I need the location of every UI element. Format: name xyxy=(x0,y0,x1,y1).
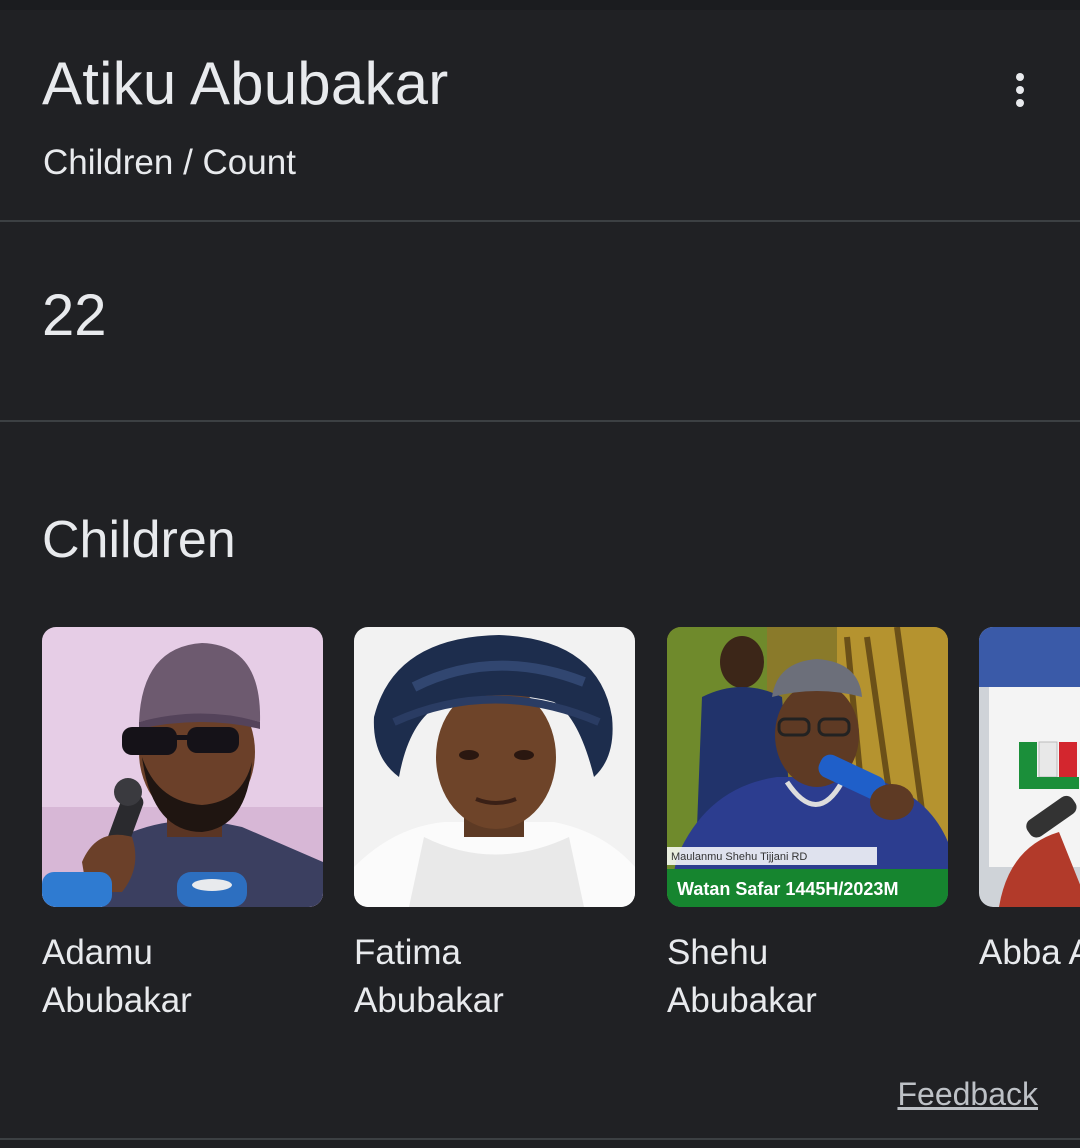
child-name: Fatima Abubakar xyxy=(354,933,504,1020)
child-card-shehu[interactable]: Maulanmu Shehu Tijjani RD Watan Safar 14… xyxy=(667,627,948,1025)
child-name: Shehu Abubakar xyxy=(667,933,817,1020)
more-vert-icon-dot xyxy=(1016,99,1024,107)
divider xyxy=(0,1138,1080,1140)
child-name: Abba A xyxy=(979,933,1080,972)
child-card-abba[interactable]: Abba A xyxy=(979,627,1080,977)
panel-header: Atiku Abubakar Children / Count xyxy=(0,0,1080,221)
more-vert-icon xyxy=(1016,73,1024,81)
more-vert-icon-dot xyxy=(1016,86,1024,94)
section-title: Children xyxy=(42,511,236,569)
photo-abba-abubakar xyxy=(979,627,1080,907)
photo-shehu-abubakar: Maulanmu Shehu Tijjani RD Watan Safar 14… xyxy=(667,627,948,907)
divider xyxy=(0,220,1080,222)
knowledge-panel: Atiku Abubakar Children / Count 22 Child… xyxy=(0,0,1080,1148)
child-name: Adamu Abubakar xyxy=(42,933,192,1020)
breadcrumb: Children / Count xyxy=(43,143,296,182)
feedback-link[interactable]: Feedback xyxy=(897,1074,1038,1114)
divider xyxy=(0,420,1080,422)
child-card-adamu[interactable]: Adamu Abubakar xyxy=(42,627,323,1025)
photo-banner-caption: Watan Safar 1445H/2023M xyxy=(677,879,898,899)
photo-adamu-abubakar xyxy=(42,627,323,907)
photo-fatima-abubakar xyxy=(354,627,635,907)
photo-small-caption: Maulanmu Shehu Tijjani RD xyxy=(671,851,807,863)
more-options-button[interactable] xyxy=(996,62,1044,118)
entity-title: Atiku Abubakar xyxy=(42,50,449,117)
answer-value: 22 xyxy=(42,283,107,348)
children-carousel[interactable]: Adamu Abubakar Fatima Abubakar Maulanmu … xyxy=(42,627,1080,1047)
child-card-fatima[interactable]: Fatima Abubakar xyxy=(354,627,635,1025)
